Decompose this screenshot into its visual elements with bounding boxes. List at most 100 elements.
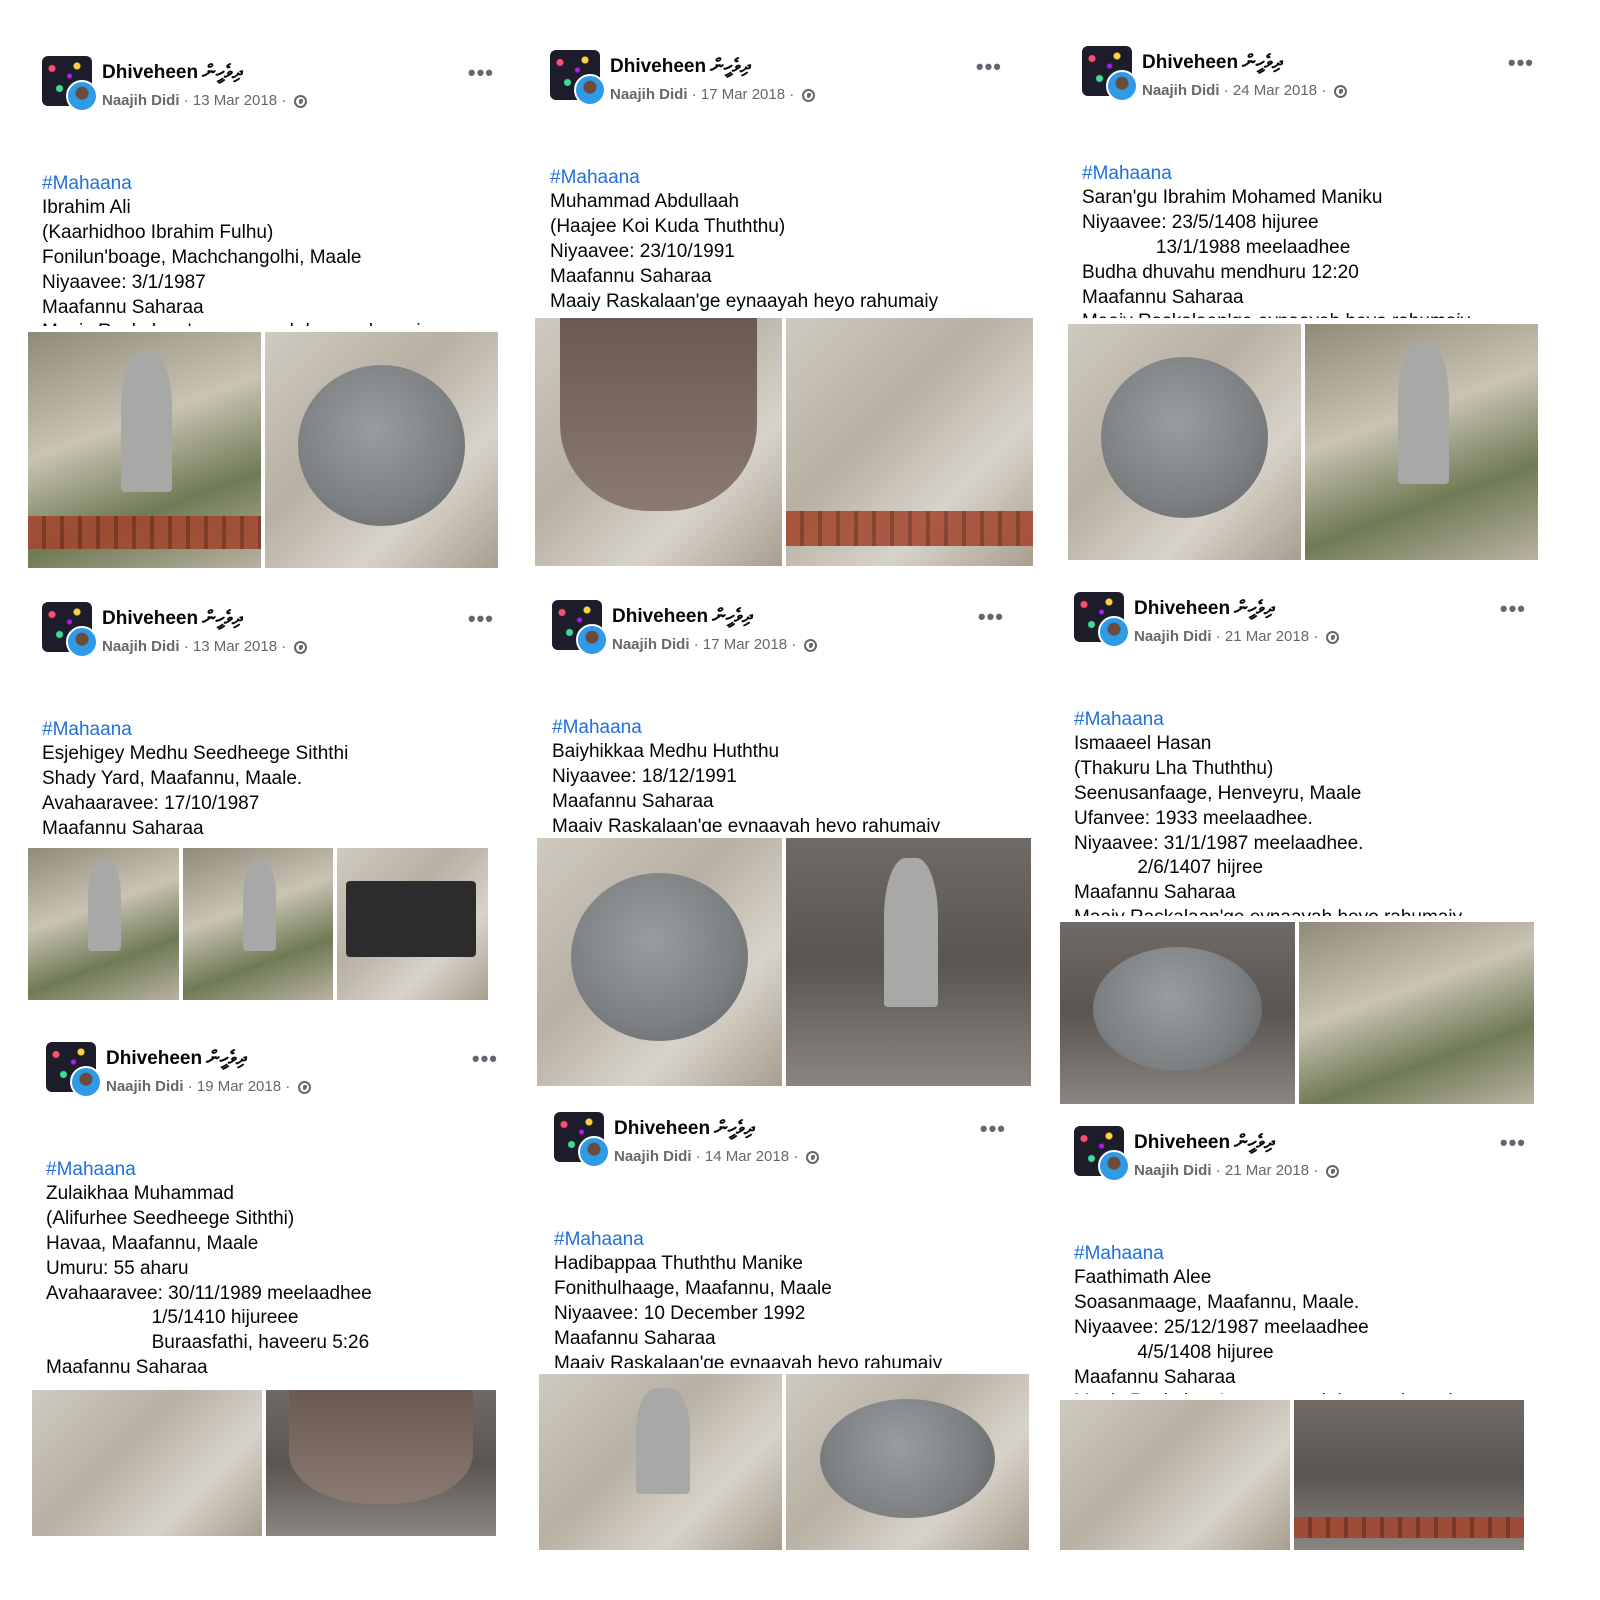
grave-photo[interactable] (786, 838, 1031, 1086)
group-name[interactable]: Dhiveheen ދިވެހީން (612, 606, 752, 628)
grave-photo[interactable] (266, 1390, 496, 1536)
group-name-latin[interactable]: Dhiveheen (612, 606, 708, 627)
group-name[interactable]: Dhiveheen ދިވެހީން (1142, 52, 1282, 74)
author-name[interactable]: Naajih Didi (610, 86, 688, 103)
group-name-thaana[interactable]: ދިވެހީން (1234, 1132, 1274, 1153)
grave-photo[interactable] (1060, 1400, 1290, 1550)
group-name-latin[interactable]: Dhiveheen (102, 608, 198, 629)
grave-photo[interactable] (182, 848, 334, 1000)
group-name-latin[interactable]: Dhiveheen (1142, 52, 1238, 73)
author-avatar[interactable] (574, 74, 606, 106)
post-photos (1060, 1400, 1524, 1550)
post-date[interactable]: 17 Mar 2018 (703, 636, 787, 653)
author-avatar[interactable] (66, 80, 98, 112)
group-name-thaana[interactable]: ދިވެހީން (202, 608, 242, 629)
grave-photo[interactable] (535, 318, 782, 566)
group-name[interactable]: Dhiveheen ދިވެހީން (614, 1118, 754, 1140)
group-name[interactable]: Dhiveheen ދިވެހީން (102, 608, 242, 630)
more-options-icon[interactable]: ••• (976, 54, 1002, 80)
more-options-icon[interactable]: ••• (1500, 1130, 1526, 1156)
grave-photo[interactable] (537, 838, 782, 1086)
hashtag-link[interactable]: #Mahaana (1074, 708, 1534, 733)
post-date[interactable]: 21 Mar 2018 (1225, 628, 1309, 645)
grave-photo[interactable] (1060, 922, 1295, 1104)
globe-icon (1326, 631, 1340, 644)
group-name-latin[interactable]: Dhiveheen (106, 1048, 202, 1069)
author-avatar[interactable] (1098, 1150, 1130, 1182)
more-options-icon[interactable]: ••• (468, 606, 494, 632)
group-name-thaana[interactable]: ދިވެހީން (1234, 598, 1274, 619)
hashtag-link[interactable]: #Mahaana (42, 172, 502, 197)
group-name[interactable]: Dhiveheen ދިވެހީން (1134, 598, 1274, 620)
author-name[interactable]: Naajih Didi (614, 1148, 692, 1165)
author-name[interactable]: Naajih Didi (106, 1078, 184, 1095)
author-avatar[interactable] (66, 626, 98, 658)
group-name-thaana[interactable]: ދިވެހީން (712, 606, 752, 627)
author-name[interactable]: Naajih Didi (1134, 628, 1212, 645)
grave-photo[interactable] (1299, 922, 1534, 1104)
grave-photo[interactable] (1305, 324, 1538, 560)
author-avatar[interactable] (1106, 70, 1138, 102)
hashtag-link[interactable]: #Mahaana (42, 718, 502, 743)
post-text-line: Soasanmaage, Maafannu, Maale. (1074, 1292, 1360, 1314)
post-date[interactable]: 24 Mar 2018 (1233, 82, 1317, 99)
hashtag-link[interactable]: #Mahaana (1082, 162, 1542, 187)
more-options-icon[interactable]: ••• (468, 60, 494, 86)
group-name-latin[interactable]: Dhiveheen (610, 56, 706, 77)
post-date[interactable]: 21 Mar 2018 (1225, 1162, 1309, 1179)
group-name-latin[interactable]: Dhiveheen (1134, 598, 1230, 619)
group-name[interactable]: Dhiveheen ދިވެހީން (102, 62, 242, 84)
author-name[interactable]: Naajih Didi (612, 636, 690, 653)
author-name[interactable]: Naajih Didi (102, 638, 180, 655)
grave-photo[interactable] (539, 1374, 782, 1550)
post-text-line: Esjehigey Medhu Seedheege Siththi (42, 743, 349, 765)
grave-photo[interactable] (28, 848, 179, 1000)
author-name[interactable]: Naajih Didi (1134, 1162, 1212, 1179)
group-name-thaana[interactable]: ދިވެހީން (202, 62, 242, 83)
group-name[interactable]: Dhiveheen ދިވެހީން (610, 56, 750, 78)
more-options-icon[interactable]: ••• (1508, 50, 1534, 76)
author-name[interactable]: Naajih Didi (102, 92, 180, 109)
meta-separator: · (789, 86, 799, 103)
grave-photo[interactable] (1068, 324, 1301, 560)
group-name-latin[interactable]: Dhiveheen (1134, 1132, 1230, 1153)
hashtag-link[interactable]: #Mahaana (46, 1158, 506, 1183)
more-options-icon[interactable]: ••• (978, 604, 1004, 630)
hashtag-link[interactable]: #Mahaana (550, 166, 1010, 191)
author-avatar[interactable] (70, 1066, 102, 1098)
post-date[interactable]: 19 Mar 2018 (197, 1078, 281, 1095)
group-name[interactable]: Dhiveheen ދިވެހީން (106, 1048, 246, 1070)
more-options-icon[interactable]: ••• (1500, 596, 1526, 622)
group-name-thaana[interactable]: ދިވެހީން (206, 1048, 246, 1069)
grave-photo[interactable] (786, 1374, 1029, 1550)
more-options-icon[interactable]: ••• (472, 1046, 498, 1072)
more-options-icon[interactable]: ••• (980, 1116, 1006, 1142)
author-avatar[interactable] (1098, 616, 1130, 648)
grave-photo[interactable] (786, 318, 1033, 566)
author-avatar[interactable] (578, 1136, 610, 1168)
author-name[interactable]: Naajih Didi (1142, 82, 1220, 99)
post-body: #Mahaana Zulaikhaa Muhammad (Alifurhee See… (46, 1108, 506, 1384)
grave-photo[interactable] (265, 332, 498, 568)
post-body: #Mahaana Hadibappaa Thuththu Manike Fonith… (554, 1178, 1014, 1368)
group-name-thaana[interactable]: ދިވެހީން (714, 1118, 754, 1139)
group-name-thaana[interactable]: ދިވެހީން (710, 56, 750, 77)
post-date[interactable]: 14 Mar 2018 (705, 1148, 789, 1165)
globe-icon (1326, 1165, 1340, 1178)
group-name[interactable]: Dhiveheen ދިވެހީން (1134, 1132, 1274, 1154)
group-name-latin[interactable]: Dhiveheen (614, 1118, 710, 1139)
author-avatar[interactable] (576, 624, 608, 656)
meta-separator: · (1313, 1162, 1323, 1179)
grave-photo[interactable] (337, 848, 489, 1000)
group-name-thaana[interactable]: ދިވެހީން (1242, 52, 1282, 73)
hashtag-link[interactable]: #Mahaana (554, 1228, 1014, 1253)
grave-photo[interactable] (28, 332, 261, 568)
hashtag-link[interactable]: #Mahaana (1074, 1242, 1534, 1267)
grave-photo[interactable] (1294, 1400, 1524, 1550)
post-date[interactable]: 13 Mar 2018 (193, 638, 277, 655)
post-date[interactable]: 17 Mar 2018 (701, 86, 785, 103)
group-name-latin[interactable]: Dhiveheen (102, 62, 198, 83)
grave-photo[interactable] (32, 1390, 262, 1536)
post-date[interactable]: 13 Mar 2018 (193, 92, 277, 109)
hashtag-link[interactable]: #Mahaana (552, 716, 1012, 741)
